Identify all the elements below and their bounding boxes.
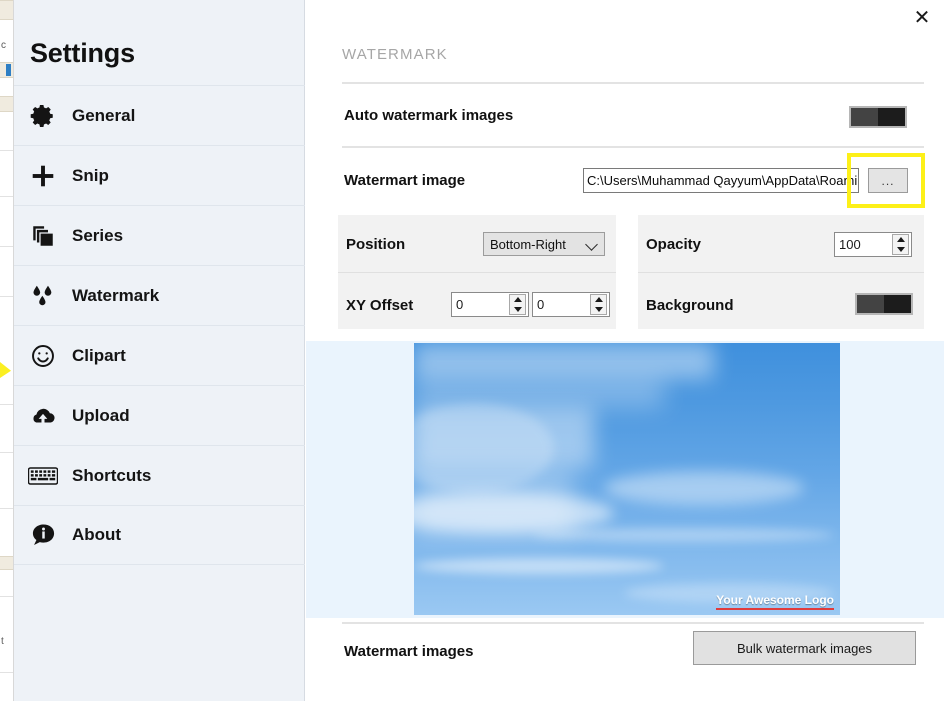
background-label: Background xyxy=(646,297,734,314)
opacity-stepper[interactable]: 100 xyxy=(834,232,912,257)
sidebar-item-about[interactable]: About xyxy=(14,505,305,565)
smiley-icon xyxy=(14,343,72,369)
stepper-buttons[interactable] xyxy=(509,294,526,315)
xy-offset-x-value: 0 xyxy=(456,297,464,312)
droplets-icon xyxy=(14,283,72,309)
position-select-value: Bottom-Right xyxy=(490,236,566,252)
sidebar-item-label: Watermark xyxy=(72,285,160,305)
auto-watermark-toggle[interactable] xyxy=(849,106,907,128)
sidebar-item-shortcuts[interactable]: Shortcuts xyxy=(14,445,305,505)
close-icon[interactable]: ✕ xyxy=(908,4,936,32)
bg-glyph-1: c xyxy=(1,40,6,51)
bg-glyph-2: t xyxy=(1,636,4,647)
stepper-up-icon[interactable] xyxy=(893,235,908,245)
sidebar-item-upload[interactable]: Upload xyxy=(14,385,305,445)
stepper-up-icon[interactable] xyxy=(591,295,606,305)
section-title: WATERMARK xyxy=(342,46,448,63)
settings-window: c t Settings General Snip Series Waterma… xyxy=(0,0,944,701)
stepper-down-icon[interactable] xyxy=(510,305,525,315)
sidebar-item-label: Series xyxy=(72,225,124,245)
opacity-label: Opacity xyxy=(646,236,702,253)
sidebar-item-label: General xyxy=(72,105,136,125)
position-select[interactable]: Bottom-Right xyxy=(483,232,605,256)
sidebar-item-snip[interactable]: Snip xyxy=(14,145,305,205)
stepper-buttons[interactable] xyxy=(892,234,909,255)
xy-offset-x-stepper[interactable]: 0 xyxy=(451,292,529,317)
sidebar-item-series[interactable]: Series xyxy=(14,205,305,265)
page-title: Settings xyxy=(30,38,135,68)
watermark-preview-image: Your Awesome Logo xyxy=(414,343,840,615)
preview-area: Your Awesome Logo xyxy=(306,341,944,618)
stepper-buttons[interactable] xyxy=(590,294,607,315)
sidebar-nav: General Snip Series Watermark Clipart Up… xyxy=(14,85,305,565)
background-toggle[interactable] xyxy=(855,293,913,315)
cloud-upload-icon xyxy=(14,402,72,430)
toggle-knob xyxy=(857,295,884,313)
stepper-down-icon[interactable] xyxy=(591,305,606,315)
divider-1 xyxy=(342,82,924,84)
keyboard-icon xyxy=(14,465,72,487)
sidebar-item-clipart[interactable]: Clipart xyxy=(14,325,305,385)
xy-offset-y-value: 0 xyxy=(537,297,545,312)
sidebar-item-label: Upload xyxy=(72,405,130,425)
panel-divider-right xyxy=(638,272,924,273)
chevron-down-icon xyxy=(585,238,598,251)
sidebar-item-general[interactable]: General xyxy=(14,85,305,145)
position-label: Position xyxy=(346,236,406,253)
stepper-down-icon[interactable] xyxy=(893,245,908,255)
bulk-watermark-button[interactable]: Bulk watermark images xyxy=(693,631,916,665)
xy-offset-label: XY Offset xyxy=(346,297,414,314)
stepper-up-icon[interactable] xyxy=(510,295,525,305)
sidebar-item-watermark[interactable]: Watermark xyxy=(14,265,305,325)
layers-icon xyxy=(14,223,72,249)
plus-icon xyxy=(14,163,72,189)
info-bubble-icon xyxy=(14,522,72,549)
xy-offset-y-stepper[interactable]: 0 xyxy=(532,292,610,317)
toggle-knob xyxy=(851,108,878,126)
browse-button[interactable]: ... xyxy=(868,168,908,193)
sidebar-item-label: Shortcuts xyxy=(72,465,152,485)
sidebar-item-label: About xyxy=(72,525,122,544)
panel-divider-left xyxy=(338,272,616,273)
auto-watermark-label: Auto watermark images xyxy=(344,107,514,124)
watermark-image-label: Watermart image xyxy=(344,172,466,189)
gear-icon xyxy=(14,103,72,129)
sidebar-item-label: Snip xyxy=(72,165,109,185)
opacity-value: 100 xyxy=(839,237,861,252)
background-window-strip: c t xyxy=(0,0,14,701)
watermark-path-input[interactable]: C:\Users\Muhammad Qayyum\AppData\Roaming xyxy=(583,168,859,193)
divider-3 xyxy=(342,622,924,624)
bulk-images-label: Watermart images xyxy=(344,643,474,660)
sidebar: Settings General Snip Series Watermark C… xyxy=(14,0,305,701)
preview-watermark-text: Your Awesome Logo xyxy=(716,593,834,610)
sidebar-item-label: Clipart xyxy=(72,345,126,365)
divider-2 xyxy=(342,146,924,148)
